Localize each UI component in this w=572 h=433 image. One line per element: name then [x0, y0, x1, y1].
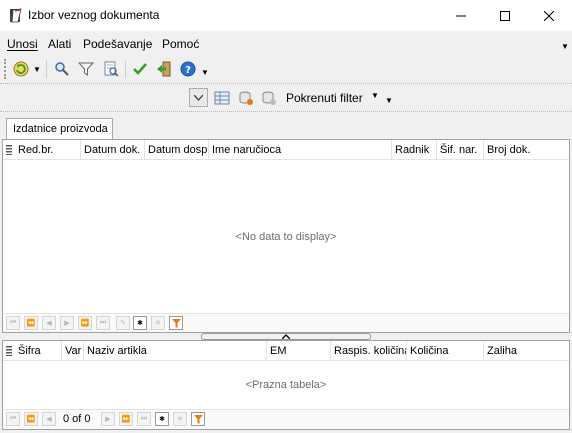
toolbar-separator [46, 60, 47, 78]
filter-icon [78, 62, 94, 76]
column-header-kolicina[interactable]: Količina [407, 341, 484, 361]
menu-pomoc[interactable]: Pomoć [162, 37, 199, 51]
previous-record-button[interactable]: ◀ [42, 412, 56, 426]
refresh-records-button[interactable]: ✳ [151, 316, 165, 330]
new-record-button[interactable]: ✱ [133, 316, 147, 330]
column-header-naziv-artikla[interactable]: Naziv artikla [84, 341, 267, 361]
filter-icon [171, 318, 181, 328]
refresh-icon [13, 61, 29, 77]
svg-text:?: ? [185, 65, 191, 76]
filter-icon [193, 414, 203, 424]
search-button[interactable] [52, 59, 72, 79]
toolbar-separator [125, 60, 126, 78]
filter-combo-dropdown[interactable] [189, 88, 208, 107]
column-header-em[interactable]: EM [267, 341, 331, 361]
exit-icon [157, 61, 171, 77]
filter-button[interactable] [76, 59, 96, 79]
column-header-var[interactable]: Var [62, 341, 84, 361]
filter-remove-button[interactable] [236, 88, 256, 108]
first-page-button[interactable]: ⏮ [6, 412, 20, 426]
first-page-button[interactable]: ⏮ [6, 316, 20, 330]
run-filter-button[interactable]: Pokrenuti filter [286, 91, 363, 105]
app-icon [10, 8, 22, 23]
help-icon: ? [180, 61, 196, 77]
next-page-button[interactable]: ⏩ [78, 316, 92, 330]
refresh-button[interactable] [11, 59, 31, 79]
last-page-button[interactable]: ⏭ [96, 316, 110, 330]
filter-table-button[interactable] [212, 88, 232, 108]
close-button[interactable] [527, 0, 571, 31]
close-icon [544, 10, 554, 21]
exit-button[interactable] [154, 59, 174, 79]
main-toolbar: ▼ ? ▼ [0, 56, 572, 84]
help-button[interactable]: ? [178, 59, 198, 79]
tab-izdatnice-proizvoda[interactable]: Izdatnice proizvoda [6, 118, 113, 139]
documents-grid[interactable]: Red.br. Datum dok. Datum dosp Ime naruči… [2, 139, 570, 333]
check-icon [133, 63, 147, 75]
column-header-sif-nar[interactable]: Šif. nar. [437, 140, 484, 160]
column-chooser-icon[interactable] [6, 145, 12, 155]
new-record-button[interactable]: ✱ [155, 412, 169, 426]
items-grid-navigator: ⏮ ⏪ ◀ 0 of 0 ▶ ⏩ ⏭ ✱ ✳ [3, 409, 569, 428]
refresh-dropdown-icon[interactable]: ▼ [33, 65, 41, 74]
preview-button[interactable] [101, 59, 121, 79]
column-header-datum-dok[interactable]: Datum dok. [81, 140, 145, 160]
column-chooser-icon[interactable] [6, 346, 12, 356]
confirm-button[interactable] [130, 59, 150, 79]
filter-toolbar: Pokrenuti filter ▼ ▼ [0, 85, 572, 112]
grid-filter-button[interactable] [191, 412, 205, 426]
title-bar: Izbor veznog dokumenta [0, 0, 572, 31]
column-header-red-br[interactable]: Red.br. [15, 140, 81, 160]
maximize-button[interactable] [483, 0, 527, 31]
toolbar-grip[interactable] [4, 59, 7, 79]
next-record-button[interactable]: ▶ [101, 412, 115, 426]
items-grid[interactable]: Šifra Var Naziv artikla EM Raspis. količ… [2, 340, 570, 430]
table-icon [214, 91, 230, 105]
last-page-button[interactable]: ⏭ [137, 412, 151, 426]
column-header-sifra[interactable]: Šifra [15, 341, 62, 361]
menu-unosi[interactable]: Unosi [7, 37, 38, 51]
search-icon [55, 62, 69, 76]
column-header-raspis-kolicina[interactable]: Raspis. količina [331, 341, 407, 361]
window-title: Izbor veznog dokumenta [28, 8, 160, 22]
grid-filter-button[interactable] [169, 316, 183, 330]
preview-icon [104, 61, 119, 77]
menu-podesavanje[interactable]: Podešavanje [83, 37, 152, 51]
database-remove-icon [239, 91, 253, 105]
minimize-icon [456, 15, 466, 16]
maximize-icon [500, 10, 510, 21]
documents-grid-navigator: ⏮ ⏪ ◀ ▶ ⏩ ⏭ ✎ ✱ ✳ [3, 313, 569, 332]
column-header-broj-dok[interactable]: Broj dok. [484, 140, 569, 160]
refresh-records-button[interactable]: ✳ [173, 412, 187, 426]
minimize-button[interactable] [439, 0, 483, 31]
grid-splitter[interactable] [201, 333, 371, 340]
filter-add-button[interactable] [259, 88, 279, 108]
help-dropdown-icon[interactable]: ▼ [201, 68, 209, 77]
column-header-zaliha[interactable]: Zaliha [484, 341, 569, 361]
previous-page-button[interactable]: ⏪ [24, 412, 38, 426]
column-header-datum-dosp[interactable]: Datum dosp [145, 140, 209, 160]
menu-overflow-icon[interactable]: ▼ [561, 42, 569, 51]
empty-grid-message: <Prazna tabela> [245, 379, 327, 391]
edit-record-button[interactable]: ✎ [116, 316, 130, 330]
next-page-button[interactable]: ⏩ [119, 412, 133, 426]
toolbar-overflow-icon[interactable]: ▼ [385, 96, 393, 105]
column-header-ime-narucioca[interactable]: Ime naručioca [209, 140, 392, 160]
chevron-up-icon [282, 334, 290, 339]
menu-alati[interactable]: Alati [48, 37, 71, 51]
next-record-button[interactable]: ▶ [60, 316, 74, 330]
previous-page-button[interactable]: ⏪ [24, 316, 38, 330]
chevron-down-icon [194, 94, 203, 101]
run-filter-dropdown-icon[interactable]: ▼ [371, 91, 379, 100]
record-position: 0 of 0 [63, 413, 91, 425]
menu-bar: Unosi Alati Podešavanje Pomoć ▼ [0, 34, 572, 54]
column-header-radnik[interactable]: Radnik [392, 140, 437, 160]
previous-record-button[interactable]: ◀ [42, 316, 56, 330]
items-grid-header: Šifra Var Naziv artikla EM Raspis. količ… [3, 341, 569, 361]
documents-grid-header: Red.br. Datum dok. Datum dosp Ime naruči… [3, 140, 569, 160]
database-add-icon [262, 91, 276, 105]
empty-grid-message: <No data to display> [235, 231, 337, 243]
